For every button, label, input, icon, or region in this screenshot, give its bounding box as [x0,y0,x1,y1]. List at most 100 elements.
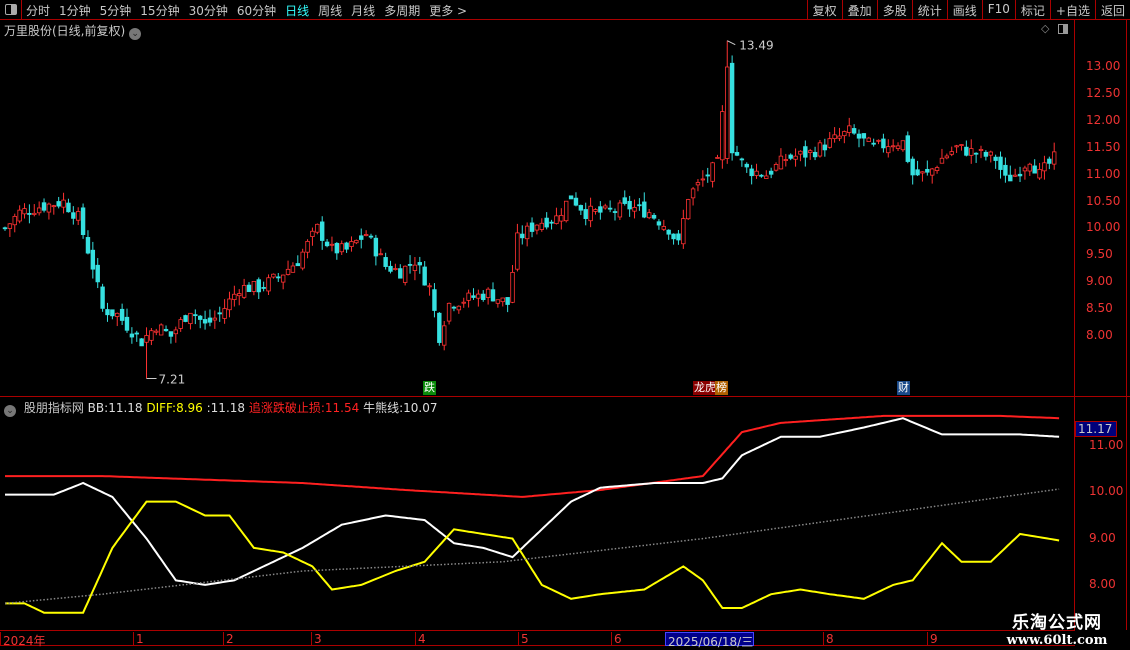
axis-border [1126,20,1127,630]
toolbar-button[interactable]: 返回 [1094,0,1130,20]
candle-down [119,308,125,321]
candle-up [222,308,227,319]
watermark: 乐淘公式网 www.60lt.com [992,608,1122,648]
candle-up [339,243,344,253]
candle-up [715,157,720,159]
candle-down [812,151,818,158]
candle-up [890,145,896,148]
date-tick: 1 [133,632,144,646]
candle-down [1008,174,1013,182]
candle-up [1022,167,1028,172]
price-tick: 13.00 [1086,59,1121,73]
candle-down [193,314,198,317]
candle-up [173,329,178,335]
candle-down [744,163,749,168]
candle-up [310,230,315,237]
candle-up [149,330,154,341]
price-tick: 11.00 [1086,166,1121,181]
candle-down [197,315,203,320]
candle-up [1012,174,1018,177]
marker-finance[interactable]: 财 [897,381,910,395]
candle-up [847,125,852,133]
candle-up [939,157,945,164]
price-axis-line [1074,20,1075,630]
series-line-牛熊线 [4,488,1060,605]
candle-down [973,152,979,155]
chart-canvas[interactable]: 13.49 7.21 [0,0,1074,630]
candle-up [17,209,22,222]
candle-up [588,205,593,222]
marker-dragon-tiger[interactable]: 榜 [715,381,728,395]
candle-down [139,338,144,347]
candle-down [1017,173,1023,177]
candle-up [783,159,788,161]
candle-up [36,207,42,214]
candle-down [129,333,135,338]
candle-down [856,133,862,139]
candle-down [993,156,998,161]
candle-up [710,162,715,182]
candle-up [22,208,27,215]
candle-down [383,257,388,267]
candle-up [646,212,652,219]
watermark-url: www.60lt.com [1006,633,1108,648]
candle-down [359,235,364,240]
candle-down [881,138,886,149]
candle-down [1047,158,1052,164]
candle-down [256,279,261,293]
candle-up [241,285,247,298]
price-tick: 10.50 [1086,193,1121,208]
candle-down [627,200,632,210]
candle-up [930,168,935,176]
low-annotation: 7.21 [159,373,186,387]
candle-up [427,285,432,288]
candle-down [368,235,374,238]
candle-up [495,299,501,304]
candle-down [100,286,105,309]
candle-up [1037,169,1042,179]
candle-down [41,202,47,211]
candle-up [920,171,925,174]
candle-down [2,227,8,230]
candle-up [315,223,320,233]
candle-up [412,264,418,271]
candle-down [202,319,208,324]
price-tick: 9.50 [1086,247,1113,262]
candle-up [212,317,218,321]
indicator-tick: 8.00 [1089,576,1116,591]
candle-down [490,289,496,302]
candle-up [534,224,540,231]
candle-up [251,280,257,292]
candle-up [32,212,37,215]
candle-up [700,178,706,181]
series-line-追涨跌破止损 [5,414,1060,498]
candle-up [271,273,276,278]
candle-down [276,276,281,279]
marker-fall[interactable]: 跌 [423,381,436,395]
candle-up [603,205,608,209]
high-annotation: 13.49 [739,39,773,53]
candle-down [437,312,442,343]
indicator-tick: 11.00 [1089,438,1124,452]
candle-down [295,263,300,267]
candle-down [105,309,110,316]
candle-down [451,306,457,309]
candle-down [905,135,910,162]
candle-down [217,312,222,315]
candle-up [895,145,901,149]
candle-down [520,233,525,239]
candle-up [842,131,847,137]
candle-down [915,169,920,176]
candle-up [695,182,701,186]
candle-up [1042,162,1047,172]
candle-up [329,243,335,246]
candle-up [681,218,686,245]
candle-down [388,265,393,272]
candle-down [134,332,139,335]
candle-down [676,233,681,241]
indicator-tick: 9.00 [1089,530,1116,545]
candle-up [461,301,466,304]
price-tick: 10.00 [1086,220,1121,235]
candle-down [471,295,476,298]
candle-down [612,211,618,213]
